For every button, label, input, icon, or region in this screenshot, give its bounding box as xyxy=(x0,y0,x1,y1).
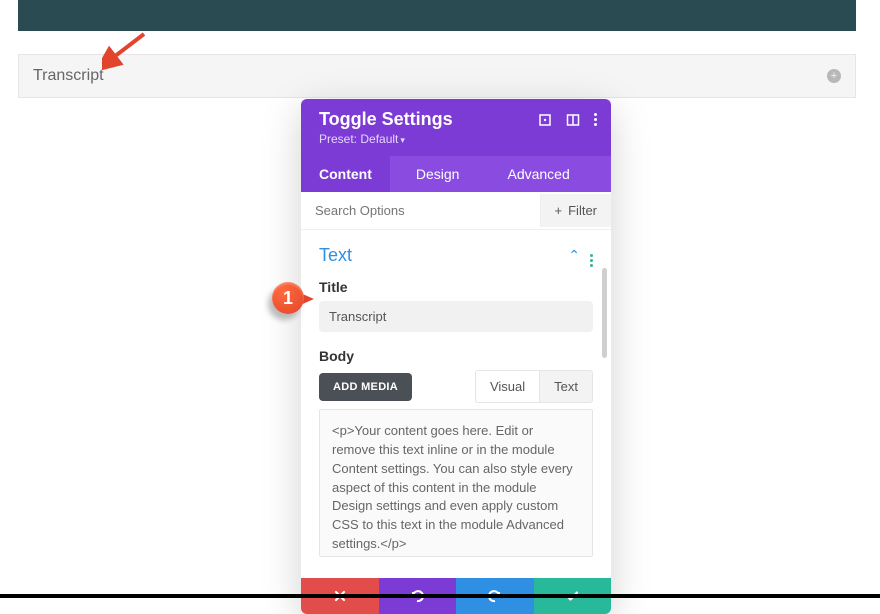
toggle-title: Transcript xyxy=(33,67,104,85)
filter-button[interactable]: + Filter xyxy=(540,194,611,227)
scrollbar[interactable] xyxy=(602,232,607,402)
search-row: + Filter xyxy=(301,192,611,230)
settings-tabs: Content Design Advanced xyxy=(301,156,611,192)
tab-design[interactable]: Design xyxy=(390,156,486,192)
settings-panel: Toggle Settings Preset: Default▾ Content… xyxy=(301,99,611,614)
section-more-icon[interactable] xyxy=(590,244,593,267)
editor-tab-text[interactable]: Text xyxy=(539,370,593,403)
panel-title: Toggle Settings xyxy=(319,109,453,130)
tab-content[interactable]: Content xyxy=(301,156,390,192)
callout-1: 1 xyxy=(272,282,320,318)
editor-tab-visual[interactable]: Visual xyxy=(475,370,539,403)
tab-advanced[interactable]: Advanced xyxy=(485,156,587,192)
search-input[interactable] xyxy=(301,192,540,229)
title-label: Title xyxy=(319,279,593,295)
callout-number: 1 xyxy=(272,282,304,314)
section-text[interactable]: Text xyxy=(319,245,352,266)
add-media-button[interactable]: ADD MEDIA xyxy=(319,373,412,401)
toggle-module[interactable]: Transcript + xyxy=(18,54,856,98)
panel-header: Toggle Settings Preset: Default▾ xyxy=(301,99,611,156)
more-icon[interactable] xyxy=(594,113,597,126)
chevron-up-icon[interactable]: ⌃ xyxy=(568,247,580,264)
hero-banner xyxy=(18,0,856,31)
body-textarea[interactable]: <p>Your content goes here. Edit or remov… xyxy=(319,409,593,557)
plus-icon: + xyxy=(555,203,563,218)
split-view-icon[interactable] xyxy=(566,113,580,127)
bottom-border xyxy=(0,594,880,598)
title-input[interactable] xyxy=(319,301,593,332)
content-area: Text ⌃ Title Body ADD MEDIA Visual Text … xyxy=(301,230,611,578)
editor-tabs: Visual Text xyxy=(475,370,593,403)
responsive-icon[interactable] xyxy=(538,113,552,127)
filter-label: Filter xyxy=(568,203,597,218)
expand-icon[interactable]: + xyxy=(827,69,841,83)
body-label: Body xyxy=(319,348,593,364)
preset-dropdown[interactable]: Preset: Default▾ xyxy=(319,132,597,146)
